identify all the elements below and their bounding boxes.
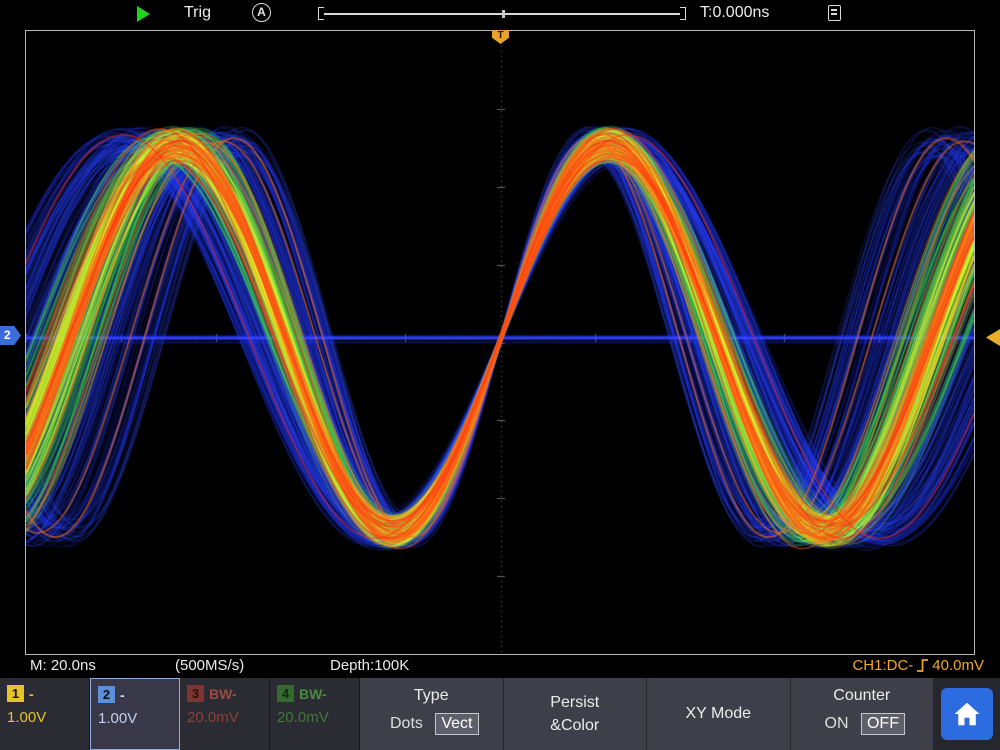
channel-2-badge: 2 <box>98 686 115 703</box>
persist-line2: &Color <box>550 717 599 735</box>
channel-2-status[interactable]: 2 - 1.00V <box>90 678 180 750</box>
memory-window-marker[interactable] <box>502 10 505 18</box>
oscilloscope-screen: Trig A T:0.000ns T 2 M: 20.0ns (500MS/s)… <box>0 0 1000 750</box>
type-option-dots[interactable]: Dots <box>385 714 428 734</box>
channel-2-scale: 1.00V <box>98 710 172 727</box>
trigger-level-marker[interactable] <box>986 329 1000 346</box>
counter-title: Counter <box>791 687 934 705</box>
type-title: Type <box>360 687 503 705</box>
trigger-readout: CH1:DC- 40.0mV <box>852 657 984 674</box>
status-bar: M: 20.0ns (500MS/s) Depth:100K CH1:DC- 4… <box>0 655 1000 678</box>
xy-mode-softkey[interactable]: XY Mode <box>647 678 791 750</box>
rising-edge-icon <box>916 658 929 673</box>
home-button-area <box>934 678 1000 750</box>
depth-readout: Depth:100K <box>330 657 409 674</box>
channel-4-badge: 4 <box>277 685 294 702</box>
channel-3-coupling: BW- <box>209 686 237 702</box>
top-bar: Trig A T:0.000ns <box>0 0 1000 28</box>
run-state-icon[interactable] <box>137 6 150 22</box>
type-option-vect[interactable]: Vect <box>436 714 477 734</box>
sample-rate-readout: (500MS/s) <box>175 657 244 674</box>
channel-3-status[interactable]: 3 BW- 20.0mV <box>180 678 270 750</box>
type-softkey[interactable]: Type Dots Vect <box>360 678 504 750</box>
page-icon[interactable] <box>828 5 841 21</box>
channel-3-badge: 3 <box>187 685 204 702</box>
channel-4-status[interactable]: 4 BW- 20.0mV <box>270 678 360 750</box>
channel-3-scale: 20.0mV <box>187 709 262 726</box>
channel-1-coupling: - <box>29 686 34 702</box>
memory-bar-right-bracket <box>680 7 686 20</box>
timebase-readout: M: 20.0ns <box>30 657 96 674</box>
softkey-menu: Type Dots Vect Persist &Color XY Mode Co… <box>360 678 934 750</box>
channel-4-scale: 20.0mV <box>277 709 352 726</box>
persist-line1: Persist <box>550 694 599 712</box>
trigger-source-label: CH1:DC- <box>852 657 913 674</box>
counter-option-on[interactable]: ON <box>820 714 854 734</box>
channel-1-scale: 1.00V <box>7 709 82 726</box>
home-button[interactable] <box>941 688 993 740</box>
ch2-level-marker[interactable]: 2 <box>0 326 21 345</box>
time-offset-readout: T:0.000ns <box>700 4 769 22</box>
channel-1-status[interactable]: 1 - 1.00V <box>0 678 90 750</box>
channel-1-badge: 1 <box>7 685 24 702</box>
bottom-menu-bar: 1 - 1.00V 2 - 1.00V 3 BW- 20.0mV 4 BW- <box>0 678 1000 750</box>
memory-position-bar[interactable] <box>318 7 686 20</box>
counter-softkey[interactable]: Counter ON OFF <box>791 678 935 750</box>
channel-2-coupling: - <box>120 687 125 703</box>
home-icon <box>952 699 982 729</box>
trigger-level-label: 40.0mV <box>932 657 984 674</box>
waveform-display[interactable] <box>25 30 975 655</box>
counter-option-off[interactable]: OFF <box>862 714 904 734</box>
channel-4-coupling: BW- <box>299 686 327 702</box>
persist-color-softkey[interactable]: Persist &Color <box>504 678 648 750</box>
auto-trigger-icon[interactable]: A <box>252 3 271 22</box>
trig-label: Trig <box>184 4 211 22</box>
xy-mode-label: XY Mode <box>685 705 751 723</box>
